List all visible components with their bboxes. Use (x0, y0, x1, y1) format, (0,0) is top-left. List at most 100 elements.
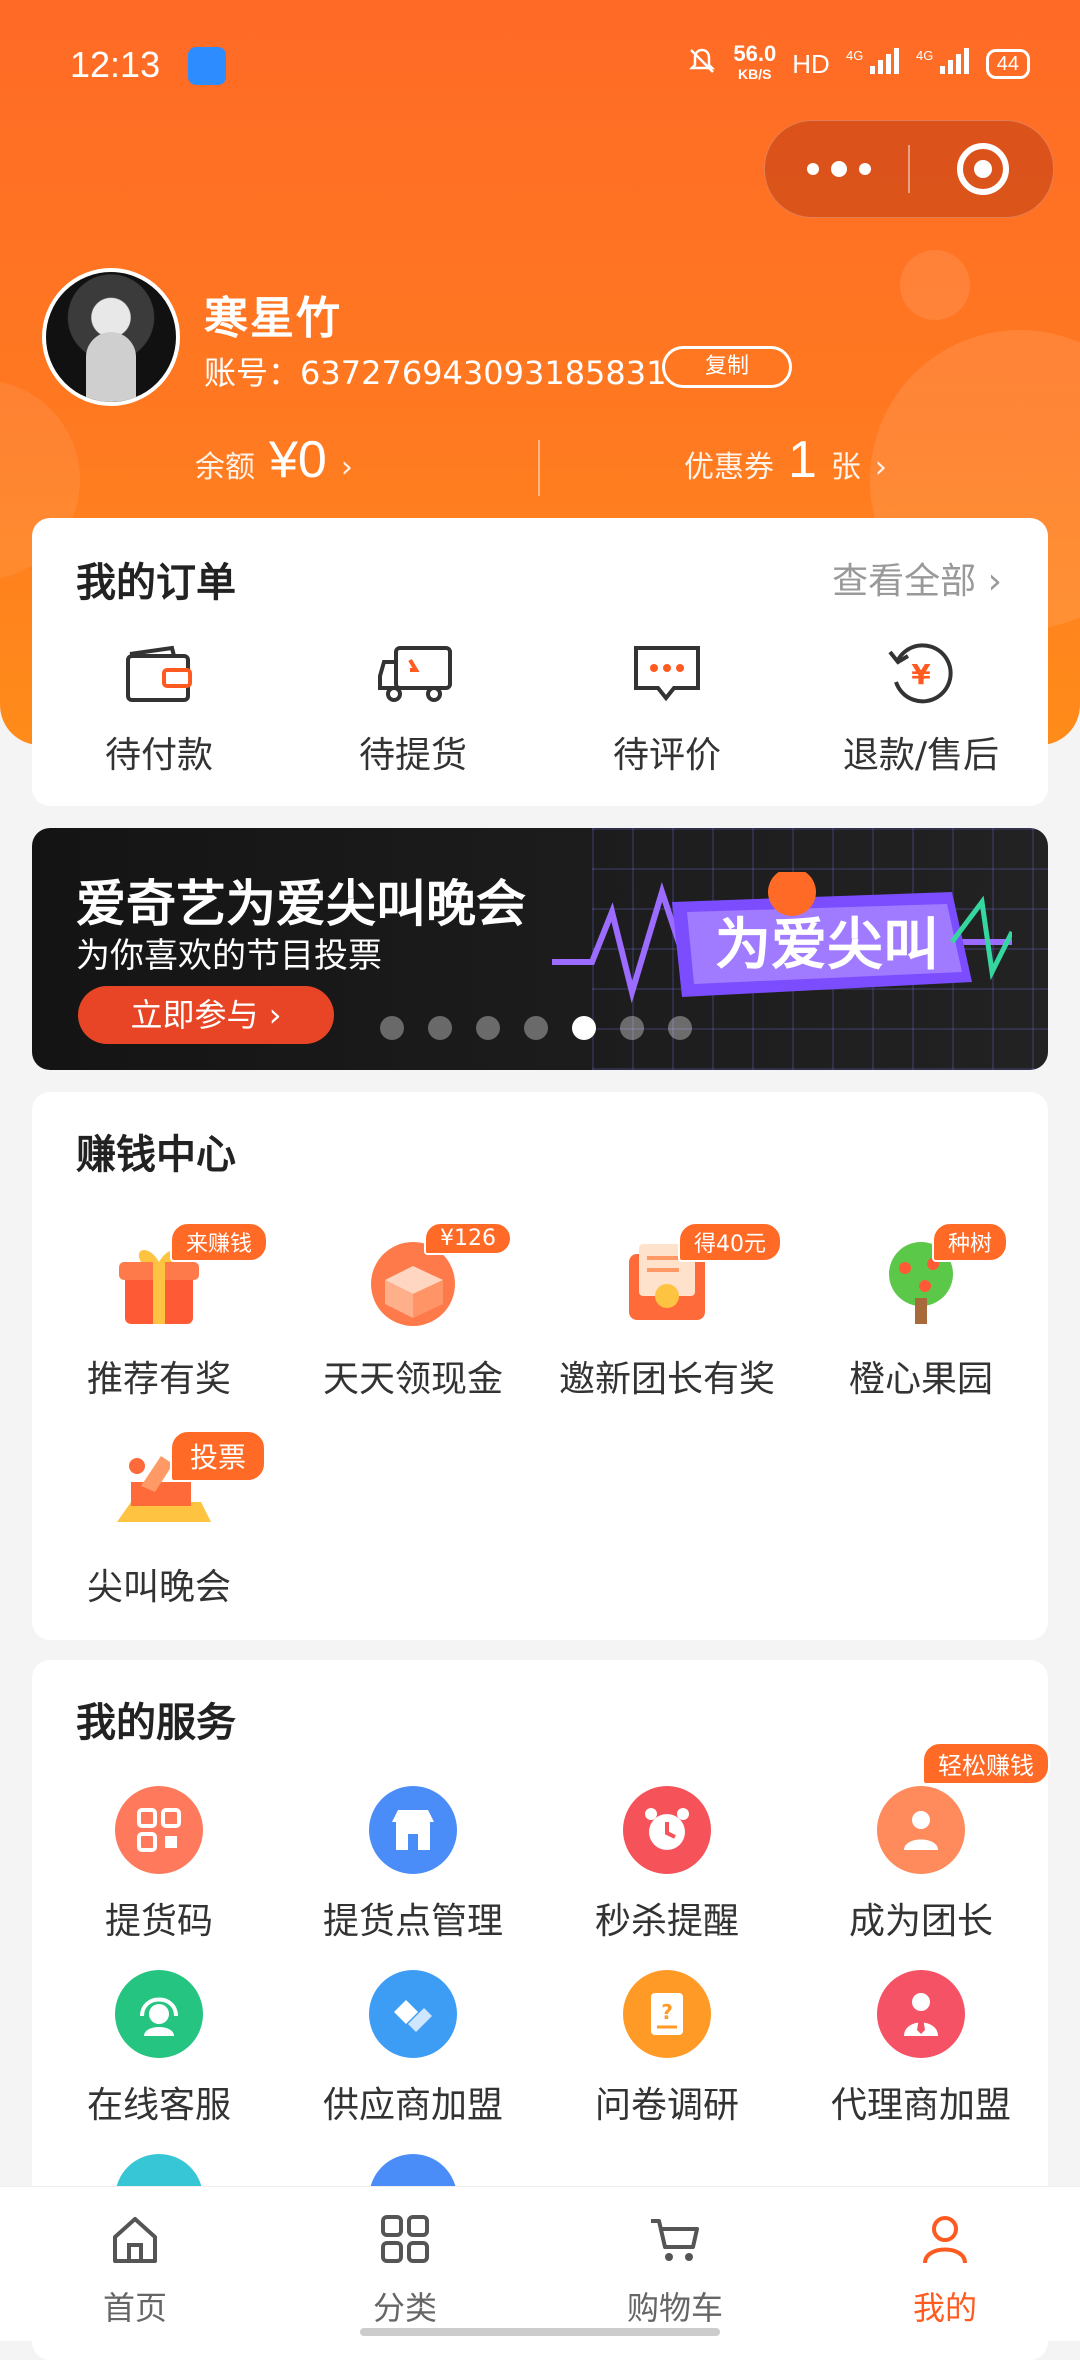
banner-title: 爱奇艺为爱尖叫晚会 (76, 875, 526, 933)
earn-item-orchard[interactable]: 种树 橙心果园 (794, 1222, 1048, 1402)
avatar[interactable] (42, 268, 180, 406)
bottom-tab-bar: 首页 分类 购物车 我的 (0, 2186, 1080, 2341)
earn-label: 天天领现金 (322, 1359, 503, 1400)
earn-item-referral[interactable]: 来赚钱 推荐有奖 (32, 1222, 286, 1402)
service-flash-sale-reminder[interactable]: 秒杀提醒 (540, 1786, 794, 1944)
earn-label: 邀新团长有奖 (558, 1359, 775, 1400)
promo-banner[interactable]: 爱奇艺为爱尖叫晚会 为你喜欢的节目投票 立即参与 › 为爱尖叫 (32, 828, 1048, 1070)
service-label: 在线客服 (86, 2085, 231, 2126)
network-speed: 56.0 KB/S (733, 41, 777, 83)
tab-category[interactable]: 分类 (270, 2187, 540, 2341)
agent-icon (877, 1970, 965, 2058)
account-label: 账号： (204, 354, 301, 392)
app-notification-icon (188, 47, 226, 85)
svg-text:¥: ¥ (911, 658, 931, 691)
battery-indicator: 44 (985, 49, 1030, 79)
service-label: 提货码 (104, 1901, 213, 1942)
order-pending-pickup[interactable]: 待提货 (286, 642, 540, 778)
chevron-right-icon: › (874, 450, 887, 485)
earn-item-daily-cash[interactable]: ¥126 天天领现金 (286, 1222, 540, 1402)
account-info: 账号：637276943093185831 (204, 348, 666, 394)
earn-tag: 投票 (170, 1430, 267, 1482)
refund-icon: ¥ (884, 642, 958, 706)
signal-4g-icon: 4G (846, 46, 900, 83)
carousel-dot (380, 1016, 404, 1040)
banner-art-text: 为爱尖叫 (715, 913, 939, 978)
category-icon (377, 2211, 433, 2271)
balance-value: ¥0 (269, 431, 327, 489)
service-label: 供应商加盟 (322, 2085, 503, 2126)
earn-label: 橙心果园 (848, 1359, 993, 1400)
group-icon (877, 1786, 965, 1874)
service-online-support[interactable]: 在线客服 (32, 1970, 286, 2128)
handshake-icon (369, 1970, 457, 2058)
service-pickup-point[interactable]: 提货点管理 (286, 1786, 540, 1944)
balance-entry[interactable]: 余额 ¥0 › (195, 430, 353, 490)
svg-text:4G: 4G (916, 48, 933, 63)
carousel-dots (380, 1016, 692, 1040)
tab-label: 分类 (372, 2289, 437, 2327)
survey-icon: ? (623, 1970, 711, 2058)
order-label: 退款/售后 (842, 735, 1000, 776)
service-supplier-join[interactable]: 供应商加盟 (286, 1970, 540, 2128)
close-target-icon[interactable] (957, 143, 1009, 195)
service-label: 问卷调研 (594, 2085, 739, 2126)
tab-home[interactable]: 首页 (0, 2187, 270, 2341)
earn-center-title: 赚钱中心 (76, 1132, 236, 1178)
svg-text:?: ? (661, 2000, 673, 2024)
chevron-right-icon: › (987, 561, 1002, 602)
order-pending-review[interactable]: 待评价 (540, 642, 794, 778)
order-pending-payment[interactable]: 待付款 (32, 642, 286, 778)
service-pickup-code[interactable]: 提货码 (32, 1786, 286, 1944)
home-indicator[interactable] (360, 2328, 720, 2336)
carousel-dot-active (572, 1016, 596, 1040)
carousel-dot (476, 1016, 500, 1040)
earn-center-card: 赚钱中心 来赚钱 推荐有奖 ¥126 天天领现金 得40元 邀新团长有奖 种树 … (32, 1092, 1048, 1640)
banner-subtitle: 为你喜欢的节目投票 (76, 936, 382, 976)
signal-4g-icon: 4G (916, 46, 970, 83)
balance-label: 余额 (195, 450, 255, 485)
service-survey[interactable]: ? 问卷调研 (540, 1970, 794, 2128)
username: 寒星竹 (204, 293, 342, 344)
order-status-list: 待付款 待提货 待评价 ¥ 退款/售后 (32, 642, 1048, 778)
mini-program-capsule (764, 120, 1054, 218)
more-options-icon[interactable] (807, 151, 871, 187)
order-label: 待付款 (104, 735, 213, 776)
qr-code-icon (115, 1786, 203, 1874)
carousel-dot (428, 1016, 452, 1040)
service-label: 秒杀提醒 (594, 1901, 739, 1942)
home-icon (107, 2211, 163, 2271)
earn-item-invite-leader[interactable]: 得40元 邀新团长有奖 (540, 1222, 794, 1402)
wallet-icon (122, 642, 196, 706)
order-refund[interactable]: ¥ 退款/售后 (794, 642, 1048, 778)
cart-icon (647, 2211, 703, 2271)
service-become-leader[interactable]: 轻松赚钱 成为团长 (794, 1742, 1050, 1944)
services-row1: 提货码 提货点管理 秒杀提醒 轻松赚钱 成为团长 (32, 1742, 1050, 1944)
coupon-entry[interactable]: 优惠券 1 张 › (684, 430, 887, 490)
earn-grid-row1: 来赚钱 推荐有奖 ¥126 天天领现金 得40元 邀新团长有奖 种树 橙心果园 (32, 1222, 1048, 1402)
service-agent-join[interactable]: 代理商加盟 (794, 1970, 1048, 2128)
alarm-clock-icon (623, 1786, 711, 1874)
orders-title: 我的订单 (76, 560, 236, 606)
earn-tag: ¥126 (424, 1222, 512, 1255)
join-now-button[interactable]: 立即参与 › (78, 986, 334, 1044)
tab-cart[interactable]: 购物车 (540, 2187, 810, 2341)
earn-label: 推荐有奖 (86, 1359, 231, 1400)
svg-text:4G: 4G (846, 48, 863, 63)
store-icon (369, 1786, 457, 1874)
comment-icon (630, 642, 704, 706)
tab-label: 我的 (912, 2289, 977, 2327)
truck-icon (376, 642, 452, 706)
tab-label: 购物车 (626, 2289, 723, 2327)
coupon-label: 优惠券 (684, 450, 774, 485)
mute-bell-icon (687, 46, 717, 83)
tab-mine[interactable]: 我的 (810, 2187, 1080, 2341)
copy-button[interactable]: 复制 (662, 346, 792, 388)
carousel-dot (620, 1016, 644, 1040)
earn-item-scream-gala[interactable]: 投票 尖叫晚会 (32, 1430, 286, 1610)
divider (538, 440, 540, 496)
services-row2: 在线客服 供应商加盟 ? 问卷调研 代理商加盟 (32, 1970, 1048, 2128)
earn-tag: 来赚钱 (170, 1222, 269, 1262)
status-bar: 12:13 56.0 KB/S HD 4G 4G 44 (0, 0, 1080, 130)
view-all-orders-link[interactable]: 查看全部 › (832, 552, 1002, 604)
